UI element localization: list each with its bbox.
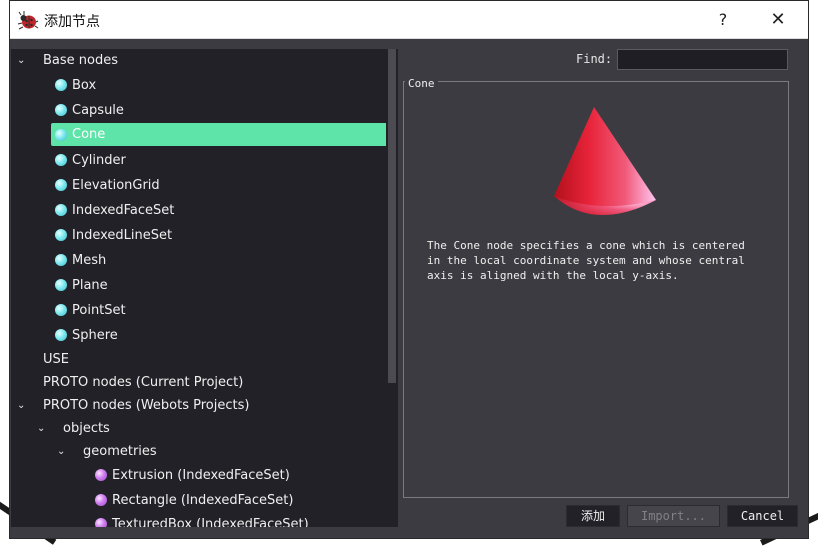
sphere-icon bbox=[95, 518, 107, 527]
tree-item-box[interactable]: Box bbox=[51, 74, 386, 97]
sphere-icon bbox=[55, 279, 67, 291]
tree-item-elevationgrid[interactable]: ElevationGrid bbox=[51, 174, 386, 197]
tree-item-label: Extrusion (IndexedFaceSet) bbox=[112, 468, 290, 483]
sphere-icon bbox=[55, 229, 67, 241]
cone-preview-image bbox=[554, 107, 656, 216]
tree-item-label: Mesh bbox=[72, 253, 107, 268]
find-label: Find: bbox=[576, 52, 613, 66]
sphere-icon bbox=[55, 79, 67, 91]
tree-group-geometries[interactable]: ⌄ geometries bbox=[11, 440, 386, 463]
close-button[interactable]: ✕ bbox=[765, 7, 791, 33]
tree-item-texturedbox[interactable]: TexturedBox (IndexedFaceSet) bbox=[91, 513, 386, 527]
chevron-down-icon[interactable]: ⌄ bbox=[37, 417, 45, 440]
help-button[interactable]: ? bbox=[710, 7, 736, 33]
tree-item-label: ElevationGrid bbox=[72, 178, 160, 193]
title-bar: 添加节点 ? ✕ bbox=[10, 1, 808, 39]
tree-item-proto-current-project[interactable]: PROTO nodes (Current Project) bbox=[11, 371, 386, 394]
tree-item-label: PointSet bbox=[72, 303, 126, 318]
tree-item-label: Box bbox=[72, 78, 97, 93]
tree-item-use[interactable]: USE bbox=[11, 348, 386, 371]
window-title: 添加节点 bbox=[44, 14, 100, 30]
tree-group-base-nodes[interactable]: ⌄ Base nodes bbox=[11, 49, 386, 72]
chevron-down-icon[interactable]: ⌄ bbox=[17, 394, 25, 417]
bug-icon bbox=[17, 11, 39, 30]
tree-group-objects[interactable]: ⌄ objects bbox=[11, 417, 386, 440]
tree-group-proto-webots-projects[interactable]: ⌄ PROTO nodes (Webots Projects) bbox=[11, 394, 386, 417]
tree-item-extrusion[interactable]: Extrusion (IndexedFaceSet) bbox=[91, 464, 386, 487]
tree-item-label: Cylinder bbox=[72, 153, 126, 168]
sphere-icon bbox=[95, 469, 107, 481]
sphere-icon bbox=[55, 104, 67, 116]
tree-item-plane[interactable]: Plane bbox=[51, 274, 386, 297]
sphere-icon bbox=[55, 129, 67, 141]
tree-item-label: PROTO nodes (Current Project) bbox=[43, 375, 244, 390]
sphere-icon bbox=[95, 494, 107, 506]
tree-item-rectangle[interactable]: Rectangle (IndexedFaceSet) bbox=[91, 489, 386, 512]
tree-item-label: Sphere bbox=[72, 328, 118, 343]
node-tree[interactable]: ⌄ Base nodes Box Capsule Cone Cylinder E… bbox=[11, 49, 386, 527]
chevron-down-icon[interactable]: ⌄ bbox=[17, 49, 25, 72]
tree-item-label: Plane bbox=[72, 278, 108, 293]
tree-item-label: Rectangle (IndexedFaceSet) bbox=[112, 493, 294, 508]
tree-group-label: geometries bbox=[83, 444, 157, 459]
tree-scrollbar[interactable] bbox=[386, 49, 398, 527]
add-button[interactable]: 添加 bbox=[566, 505, 620, 527]
import-button[interactable]: Import... bbox=[627, 505, 720, 527]
tree-item-sphere[interactable]: Sphere bbox=[51, 324, 386, 347]
sphere-icon bbox=[55, 329, 67, 341]
sphere-icon bbox=[55, 304, 67, 316]
tree-item-cone[interactable]: Cone bbox=[51, 123, 386, 146]
tree-item-label: IndexedFaceSet bbox=[72, 203, 175, 218]
tree-item-label: IndexedLineSet bbox=[72, 228, 173, 243]
tree-item-cylinder[interactable]: Cylinder bbox=[51, 149, 386, 172]
tree-item-label: Capsule bbox=[72, 103, 124, 118]
find-input[interactable] bbox=[617, 49, 788, 70]
node-description: The Cone node specifies a cone which is … bbox=[427, 239, 745, 282]
tree-item-label: Cone bbox=[72, 127, 106, 142]
tree-group-label: PROTO nodes (Webots Projects) bbox=[43, 398, 250, 413]
sphere-icon bbox=[55, 154, 67, 166]
tree-item-pointset[interactable]: PointSet bbox=[51, 299, 386, 322]
tree-item-mesh[interactable]: Mesh bbox=[51, 249, 386, 272]
scrollbar-thumb[interactable] bbox=[388, 49, 396, 383]
preview-group-title: Cone bbox=[405, 77, 438, 90]
tree-group-label: Base nodes bbox=[43, 53, 119, 68]
tree-item-indexedlineset[interactable]: IndexedLineSet bbox=[51, 224, 386, 247]
tree-item-indexedfaceset[interactable]: IndexedFaceSet bbox=[51, 199, 386, 222]
tree-group-label: objects bbox=[63, 421, 110, 436]
sphere-icon bbox=[55, 254, 67, 266]
sphere-icon bbox=[55, 204, 67, 216]
tree-item-capsule[interactable]: Capsule bbox=[51, 99, 386, 122]
sphere-icon bbox=[55, 179, 67, 191]
tree-item-label: TexturedBox (IndexedFaceSet) bbox=[112, 517, 309, 527]
cancel-button[interactable]: Cancel bbox=[727, 505, 798, 527]
chevron-down-icon[interactable]: ⌄ bbox=[57, 440, 65, 463]
tree-item-label: USE bbox=[43, 352, 69, 367]
